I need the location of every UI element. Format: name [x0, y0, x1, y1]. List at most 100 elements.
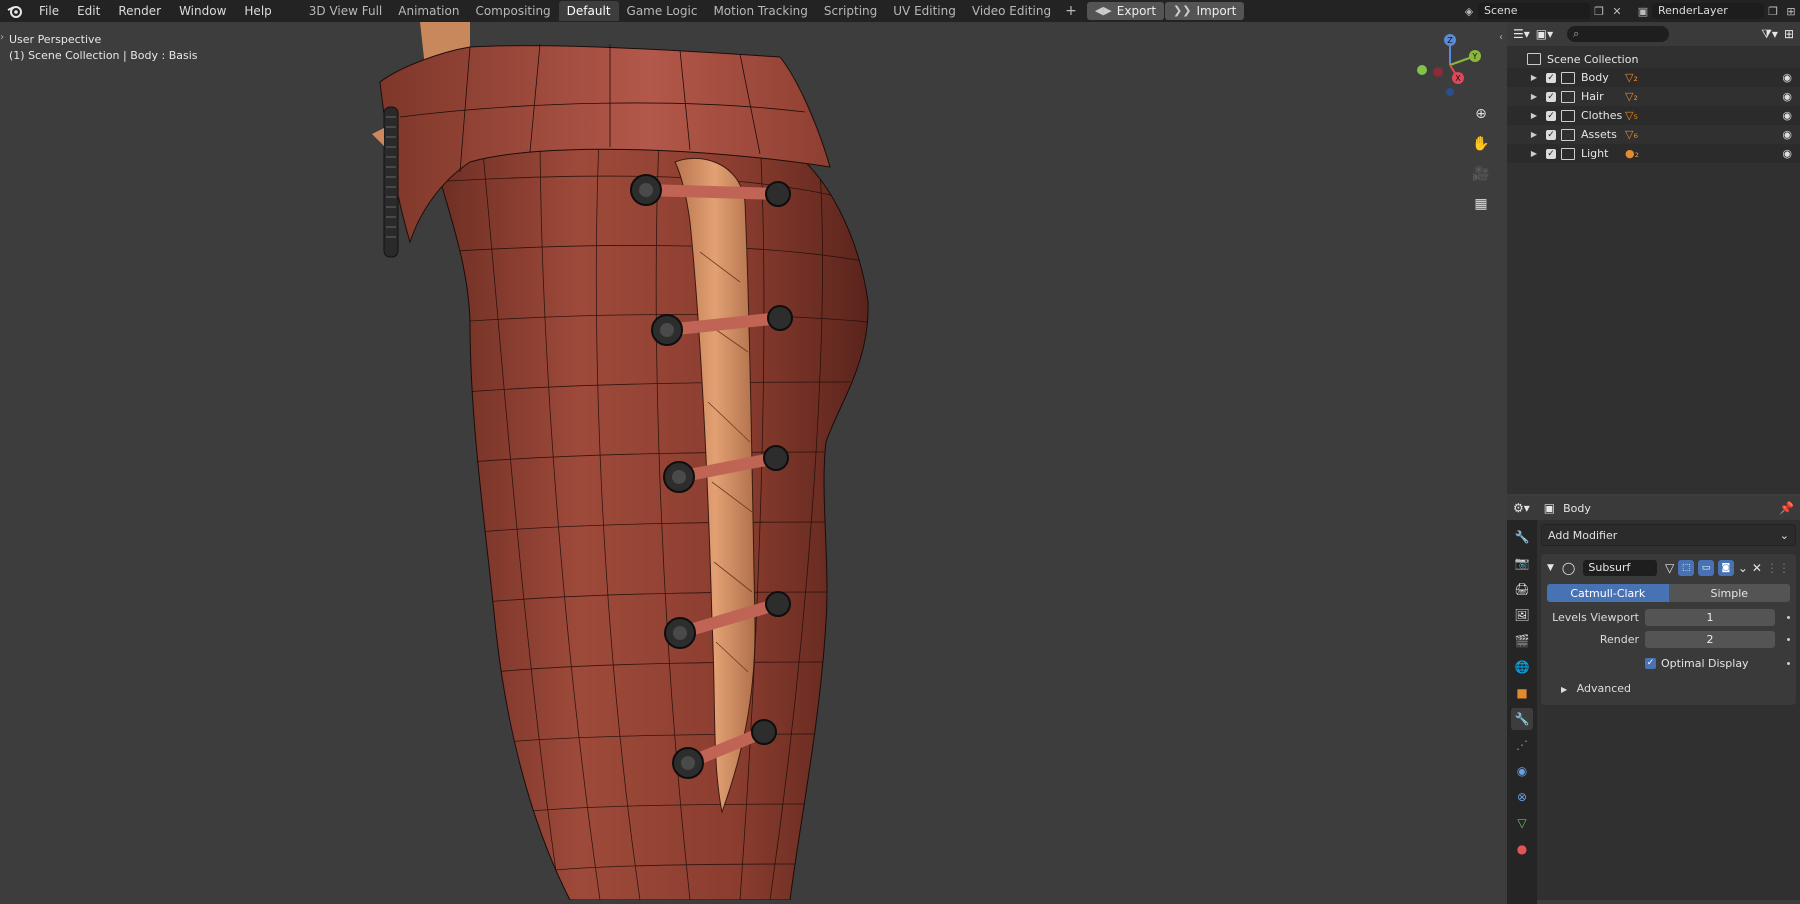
tab-compositing[interactable]: Compositing	[467, 1, 558, 21]
edit-mode-toggle-icon[interactable]: ⬚	[1678, 560, 1695, 576]
keyframe-dot-icon[interactable]	[1787, 661, 1790, 665]
object-tab-icon[interactable]: ■	[1511, 682, 1533, 704]
editor-type-icon[interactable]: ☰▾	[1513, 27, 1530, 41]
outliner-item-light[interactable]: ▶ ✓ Light ●₂ ◉	[1507, 144, 1800, 163]
tab-video-editing[interactable]: Video Editing	[964, 1, 1059, 21]
tab-animation[interactable]: Animation	[390, 1, 467, 21]
menu-file[interactable]: File	[30, 0, 68, 22]
new-layer-icon[interactable]: ⊞	[1782, 2, 1800, 20]
close-scene-icon[interactable]: ✕	[1608, 2, 1626, 20]
outliner-item-body[interactable]: ▶ ✓ Body ▽₂ ◉	[1507, 68, 1800, 87]
import-button[interactable]: ❯❯ Import	[1165, 2, 1245, 20]
output-tab-icon[interactable]: 🖨	[1511, 578, 1533, 600]
filter-icon[interactable]: ⧩▾	[1761, 27, 1778, 42]
keyframe-dot-icon[interactable]	[1787, 615, 1790, 619]
drag-handle-icon[interactable]: ⋮⋮	[1766, 561, 1790, 575]
expand-icon[interactable]: ▶	[1527, 111, 1541, 120]
garment-body	[424, 116, 869, 900]
expand-icon[interactable]: ▶	[1527, 130, 1541, 139]
render-toggle-icon[interactable]: ◙	[1717, 560, 1734, 576]
include-checkbox[interactable]: ✓	[1546, 148, 1556, 159]
physics-tab-icon[interactable]: ◉	[1511, 760, 1533, 782]
tab-motion-tracking[interactable]: Motion Tracking	[705, 1, 815, 21]
scene-tab-icon[interactable]: 🎬	[1511, 630, 1533, 652]
eye-icon[interactable]: ◉	[1782, 90, 1792, 103]
import-icon: ❯❯	[1173, 4, 1192, 17]
world-tab-icon[interactable]: 🌐	[1511, 656, 1533, 678]
render-tab-icon[interactable]: 📷	[1511, 552, 1533, 574]
scene-type-icon[interactable]: ◈	[1460, 2, 1478, 20]
copy-layer-icon[interactable]: ❐	[1764, 2, 1782, 20]
expand-icon[interactable]: ▶	[1527, 92, 1541, 101]
modifier-tab-icon[interactable]: 🔧	[1511, 708, 1533, 730]
add-workspace-button[interactable]: +	[1059, 3, 1083, 19]
display-mode-icon[interactable]: ▣▾	[1536, 27, 1553, 41]
simple-button[interactable]: Simple	[1668, 584, 1790, 602]
pin-icon[interactable]: 📌	[1779, 501, 1794, 515]
data-tab-icon[interactable]: ▽	[1511, 812, 1533, 834]
outliner-item-assets[interactable]: ▶ ✓ Assets ▽₆ ◉	[1507, 125, 1800, 144]
menu-window[interactable]: Window	[170, 0, 235, 22]
tab-uv-editing[interactable]: UV Editing	[885, 1, 964, 21]
render-layer-icon[interactable]: ▣	[1634, 2, 1652, 20]
menu-help[interactable]: Help	[235, 0, 280, 22]
tool-tab-icon[interactable]: 🔧	[1511, 526, 1533, 548]
tab-game-logic[interactable]: Game Logic	[619, 1, 706, 21]
view-layer-tab-icon[interactable]: 🖼	[1511, 604, 1533, 626]
eye-icon[interactable]: ◉	[1782, 71, 1792, 84]
include-checkbox[interactable]: ✓	[1546, 91, 1556, 102]
navigation-gizmo[interactable]: Z Y X	[1417, 32, 1483, 98]
edit-cage-icon[interactable]: ▽	[1665, 561, 1674, 575]
remove-modifier-icon[interactable]: ✕	[1752, 561, 1762, 575]
export-button[interactable]: ◀▶ Export	[1086, 2, 1165, 20]
eye-icon[interactable]: ◉	[1782, 128, 1792, 141]
scene-collection-label: Scene Collection	[1547, 52, 1639, 66]
tab-default[interactable]: Default	[558, 1, 619, 21]
eye-icon[interactable]: ◉	[1782, 147, 1792, 160]
constraints-tab-icon[interactable]: ⊗	[1511, 786, 1533, 808]
include-checkbox[interactable]: ✓	[1546, 129, 1556, 140]
blender-logo-icon[interactable]	[0, 0, 30, 22]
include-checkbox[interactable]: ✓	[1546, 72, 1556, 83]
tab-scripting[interactable]: Scripting	[816, 1, 885, 21]
gizmo-z-label: Z	[1447, 36, 1453, 45]
render-layer-field[interactable]: RenderLayer	[1652, 3, 1764, 19]
add-modifier-dropdown[interactable]: Add Modifier ⌄	[1541, 524, 1796, 546]
levels-viewport-field[interactable]: 1	[1645, 608, 1775, 626]
include-checkbox[interactable]: ✓	[1546, 110, 1556, 121]
3d-viewport[interactable]: › User Perspective (1) Scene Collection …	[0, 22, 1505, 900]
zoom-icon[interactable]: ⊕	[1469, 102, 1493, 126]
mesh-render[interactable]	[0, 22, 1505, 900]
scene-collection-row[interactable]: Scene Collection	[1507, 50, 1800, 68]
top-bar: File Edit Render Window Help 3D View Ful…	[0, 0, 1800, 22]
viewport-toggle-icon[interactable]: ▭	[1698, 560, 1714, 576]
expand-icon[interactable]: ▶	[1527, 73, 1541, 82]
modifier-menu-icon[interactable]: ⌄	[1738, 561, 1748, 575]
collapse-icon[interactable]: ▼	[1547, 563, 1554, 573]
copy-scene-icon[interactable]: ❐	[1590, 2, 1608, 20]
catmull-clark-button[interactable]: Catmull-Clark	[1547, 584, 1669, 602]
sidebar-collapse-icon[interactable]: ‹	[1499, 32, 1503, 43]
particles-tab-icon[interactable]: ⋰	[1511, 734, 1533, 756]
outliner-search-input[interactable]: ⌕	[1567, 26, 1670, 42]
new-collection-icon[interactable]: ⊞	[1784, 27, 1794, 41]
toolbar-expand-icon[interactable]: ›	[0, 32, 4, 43]
scene-name-field[interactable]: Scene	[1478, 3, 1590, 19]
camera-view-icon[interactable]: 🎥	[1469, 162, 1493, 186]
expand-icon[interactable]: ▶	[1527, 149, 1541, 158]
tab-3d-view-full[interactable]: 3D View Full	[301, 1, 391, 21]
menu-edit[interactable]: Edit	[68, 0, 109, 22]
eye-icon[interactable]: ◉	[1782, 109, 1792, 122]
advanced-subpanel[interactable]: ▶ Advanced	[1547, 682, 1790, 695]
grid-ortho-icon[interactable]: ▦	[1469, 192, 1493, 216]
outliner-item-clothes[interactable]: ▶ ✓ Clothes ▽₅ ◉	[1507, 106, 1800, 125]
modifier-name-field[interactable]: Subsurf	[1583, 560, 1657, 576]
optimal-display-checkbox[interactable]: ✓	[1645, 657, 1656, 669]
pan-hand-icon[interactable]: ✋	[1469, 132, 1493, 156]
menu-render[interactable]: Render	[109, 0, 170, 22]
render-levels-field[interactable]: 2	[1645, 630, 1775, 648]
keyframe-dot-icon[interactable]	[1787, 637, 1790, 641]
outliner-item-hair[interactable]: ▶ ✓ Hair ▽₂ ◉	[1507, 87, 1800, 106]
material-tab-icon[interactable]: ●	[1511, 838, 1533, 860]
properties-editor-icon[interactable]: ⚙▾	[1513, 501, 1530, 515]
